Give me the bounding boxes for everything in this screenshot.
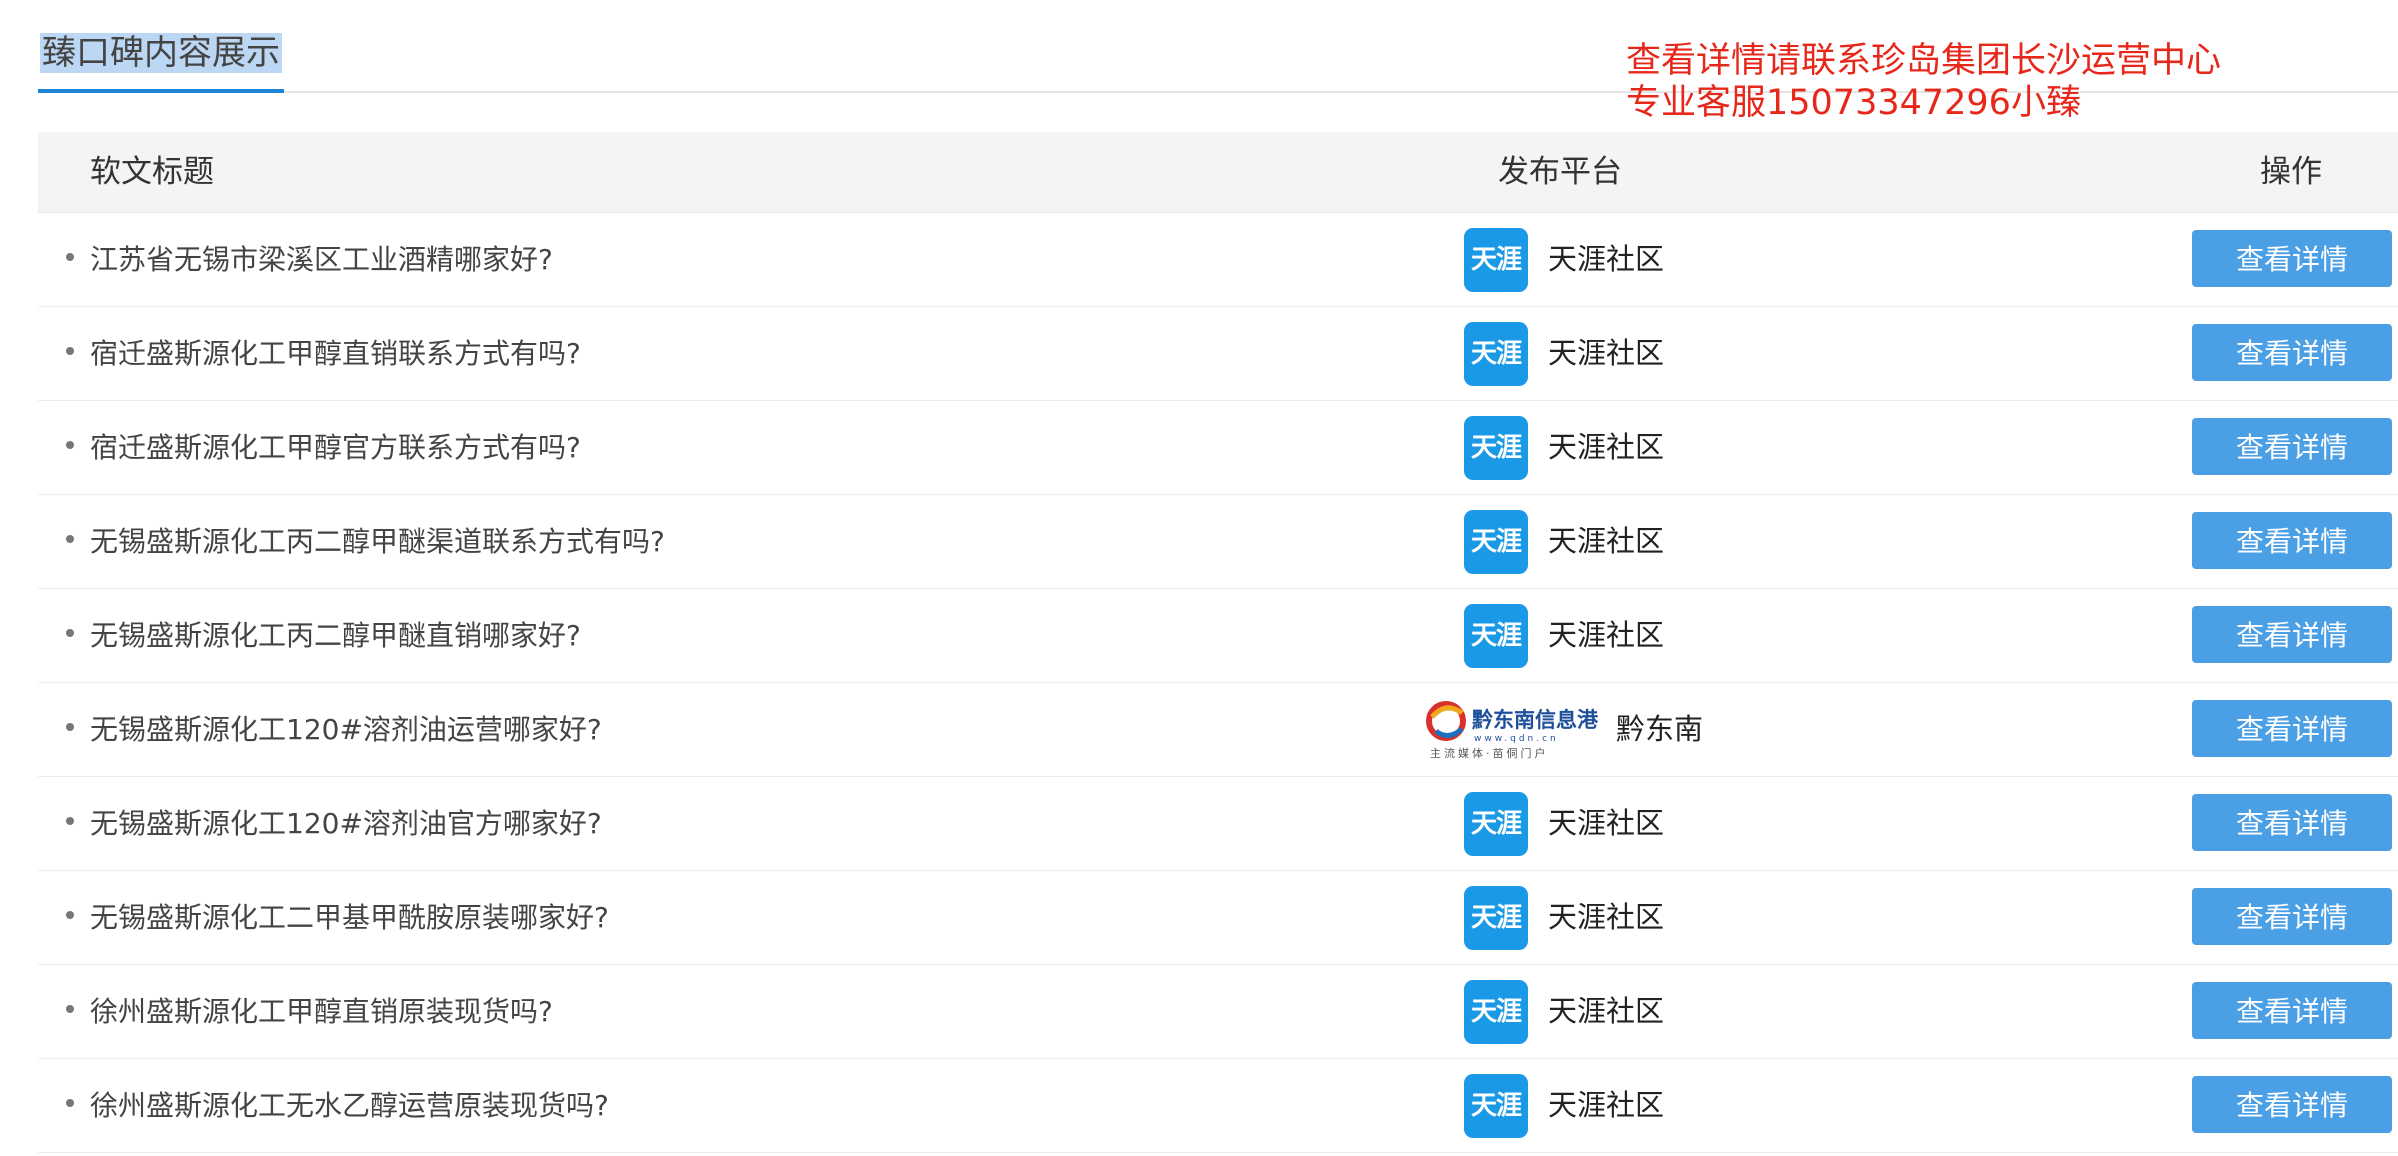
platform-name: 天涯社区 xyxy=(1548,1088,1665,1122)
platform-name: 天涯社区 xyxy=(1548,900,1665,934)
table-body: 江苏省无锡市梁溪区工业酒精哪家好? 天涯 天涯社区 查看详情 宿迁盛斯源化工甲醇直销联系… xyxy=(38,213,2398,1153)
content-table: 软文标题 发布平台 操作 江苏省无锡市梁溪区工业酒精哪家好? 天涯 天涯社区 查看详情… xyxy=(38,132,2398,1153)
page: 臻口碑内容展示 查看详情请联系珍岛集团长沙运营中心 专业客服1507334729… xyxy=(0,0,2398,1156)
article-title-link[interactable]: 无锡盛斯源化工120#溶剂油运营哪家好? xyxy=(90,683,602,776)
bullet-icon xyxy=(66,535,74,543)
tianya-logo-icon: 天涯 xyxy=(1464,792,1528,856)
tianya-logo-icon: 天涯 xyxy=(1464,416,1528,480)
article-title-link[interactable]: 徐州盛斯源化工无水乙醇运营原装现货吗? xyxy=(90,1059,609,1152)
table-row: 徐州盛斯源化工甲醇直销原装现货吗? 天涯 天涯社区 查看详情 xyxy=(38,965,2398,1059)
platform-name: 天涯社区 xyxy=(1548,618,1665,652)
table-row: 无锡盛斯源化工丙二醇甲醚渠道联系方式有吗? 天涯 天涯社区 查看详情 xyxy=(38,495,2398,589)
header-platform: 发布平台 xyxy=(1498,154,1622,190)
platform-name: 天涯社区 xyxy=(1548,994,1665,1028)
table-row: 宿迁盛斯源化工甲醇官方联系方式有吗? 天涯 天涯社区 查看详情 xyxy=(38,401,2398,495)
platform-name: 天涯社区 xyxy=(1548,430,1665,464)
header-title: 软文标题 xyxy=(90,154,214,190)
view-details-button[interactable]: 查看详情 xyxy=(2192,1076,2392,1133)
view-details-button[interactable]: 查看详情 xyxy=(2192,512,2392,569)
table-row: 无锡盛斯源化工丙二醇甲醚直销哪家好? 天涯 天涯社区 查看详情 xyxy=(38,589,2398,683)
bullet-icon xyxy=(66,1005,74,1013)
bullet-icon xyxy=(66,629,74,637)
header-ops: 操作 xyxy=(2260,154,2322,190)
bullet-icon xyxy=(66,1099,74,1107)
article-title-link[interactable]: 无锡盛斯源化工二甲基甲酰胺原装哪家好? xyxy=(90,871,609,964)
table-row: 无锡盛斯源化工120#溶剂油官方哪家好? 天涯 天涯社区 查看详情 xyxy=(38,777,2398,871)
qdn-logo-name: 黔东南信息港 xyxy=(1472,707,1599,732)
qdn-logo-url: www.qdn.cn xyxy=(1474,734,1559,744)
notice-line-1: 查看详情请联系珍岛集团长沙运营中心 xyxy=(1626,41,2222,81)
view-details-button[interactable]: 查看详情 xyxy=(2192,324,2392,381)
qdn-logo-slogan: 主流媒体·苗侗门户 xyxy=(1430,746,1549,760)
article-title-link[interactable]: 无锡盛斯源化工120#溶剂油官方哪家好? xyxy=(90,777,602,870)
tianya-logo-icon: 天涯 xyxy=(1464,1074,1528,1138)
article-title-link[interactable]: 无锡盛斯源化工丙二醇甲醚直销哪家好? xyxy=(90,589,581,682)
article-title-link[interactable]: 江苏省无锡市梁溪区工业酒精哪家好? xyxy=(90,213,553,306)
bullet-icon xyxy=(66,441,74,449)
tianya-logo-icon: 天涯 xyxy=(1464,604,1528,668)
table-row: 无锡盛斯源化工二甲基甲酰胺原装哪家好? 天涯 天涯社区 查看详情 xyxy=(38,871,2398,965)
tab-content-display[interactable]: 臻口碑内容展示 xyxy=(38,26,284,93)
table-row: 宿迁盛斯源化工甲醇直销联系方式有吗? 天涯 天涯社区 查看详情 xyxy=(38,307,2398,401)
platform-name: 天涯社区 xyxy=(1548,524,1665,558)
qdn-logo-icon: 黔东南信息港 www.qdn.cn 主流媒体·苗侗门户 xyxy=(1422,697,1602,763)
platform-name: 天涯社区 xyxy=(1548,806,1665,840)
view-details-button[interactable]: 查看详情 xyxy=(2192,982,2392,1039)
tianya-logo-icon: 天涯 xyxy=(1464,510,1528,574)
bullet-icon xyxy=(66,253,74,261)
table-row: 江苏省无锡市梁溪区工业酒精哪家好? 天涯 天涯社区 查看详情 xyxy=(38,213,2398,307)
article-title-link[interactable]: 宿迁盛斯源化工甲醇直销联系方式有吗? xyxy=(90,307,581,400)
tianya-logo-icon: 天涯 xyxy=(1464,886,1528,950)
platform-name: 天涯社区 xyxy=(1548,242,1665,276)
table-header: 软文标题 发布平台 操作 xyxy=(38,132,2398,213)
view-details-button[interactable]: 查看详情 xyxy=(2192,888,2392,945)
view-details-button[interactable]: 查看详情 xyxy=(2192,418,2392,475)
platform-name: 黔东南 xyxy=(1616,712,1704,746)
view-details-button[interactable]: 查看详情 xyxy=(2192,230,2392,287)
article-title-link[interactable]: 宿迁盛斯源化工甲醇官方联系方式有吗? xyxy=(90,401,581,494)
view-details-button[interactable]: 查看详情 xyxy=(2192,794,2392,851)
bullet-icon xyxy=(66,723,74,731)
view-details-button[interactable]: 查看详情 xyxy=(2192,700,2392,757)
tab-label: 臻口碑内容展示 xyxy=(40,33,282,73)
article-title-link[interactable]: 无锡盛斯源化工丙二醇甲醚渠道联系方式有吗? xyxy=(90,495,665,588)
bullet-icon xyxy=(66,817,74,825)
article-title-link[interactable]: 徐州盛斯源化工甲醇直销原装现货吗? xyxy=(90,965,553,1058)
bullet-icon xyxy=(66,911,74,919)
tianya-logo-icon: 天涯 xyxy=(1464,980,1528,1044)
view-details-button[interactable]: 查看详情 xyxy=(2192,606,2392,663)
table-row: 徐州盛斯源化工无水乙醇运营原装现货吗? 天涯 天涯社区 查看详情 xyxy=(38,1059,2398,1153)
tianya-logo-icon: 天涯 xyxy=(1464,322,1528,386)
tianya-logo-icon: 天涯 xyxy=(1464,228,1528,292)
platform-name: 天涯社区 xyxy=(1548,336,1665,370)
contact-notice: 查看详情请联系珍岛集团长沙运营中心 专业客服15073347296小臻 xyxy=(1626,40,2386,124)
bullet-icon xyxy=(66,347,74,355)
notice-line-2: 专业客服15073347296小臻 xyxy=(1626,83,2081,123)
table-row: 无锡盛斯源化工120#溶剂油运营哪家好? 黔东南信息港 www.qdn.cn 主流媒体… xyxy=(38,683,2398,777)
